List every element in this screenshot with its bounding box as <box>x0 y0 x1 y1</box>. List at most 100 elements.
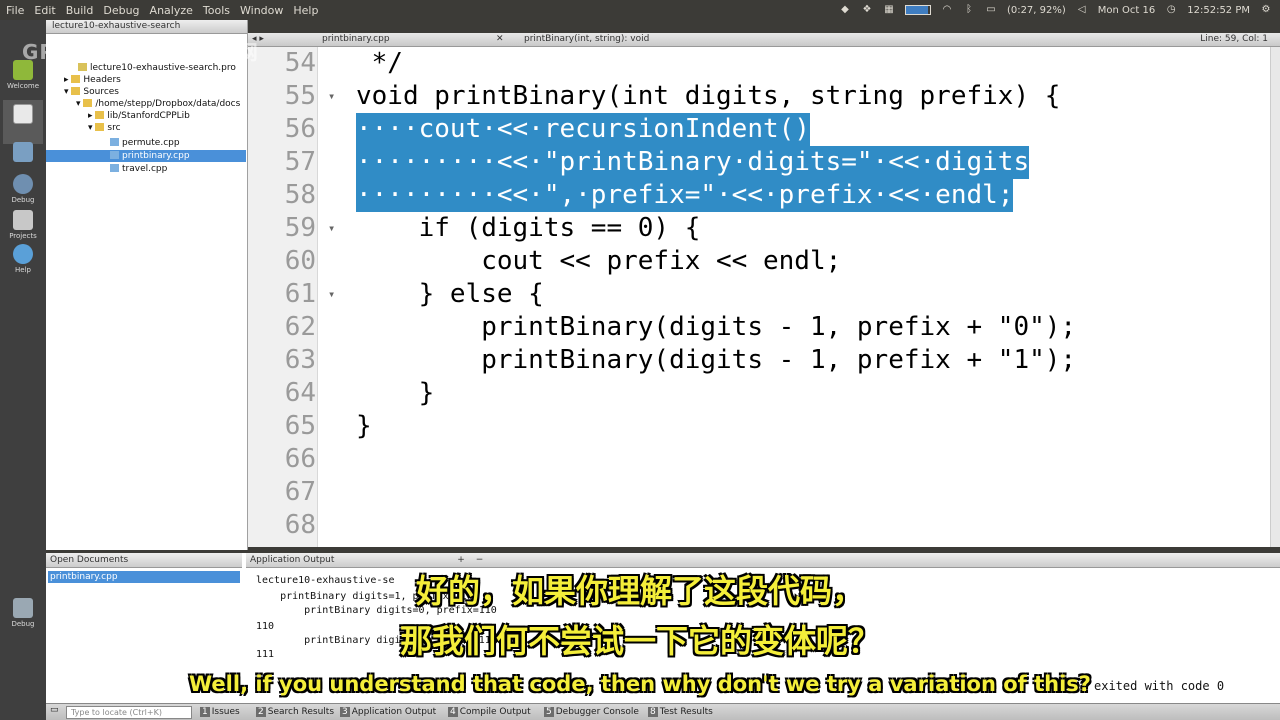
function-tab[interactable]: printBinary(int, string): void <box>524 34 649 44</box>
top-menu-bar: File Edit Build Debug Analyze Tools Wind… <box>0 0 1280 20</box>
toggle-sidebar-icon[interactable]: ▭ <box>50 705 59 715</box>
mode-debug-label: Debug <box>11 196 35 204</box>
code-line[interactable]: 61 ▾ } else { <box>248 278 1270 311</box>
fold-marker-icon[interactable]: ▾ <box>328 212 335 245</box>
folder-icon <box>95 123 105 131</box>
code-line[interactable]: 55 ▾ void printBinary(int digits, string p… <box>248 80 1270 113</box>
line-number: 58 <box>284 180 316 210</box>
expand-arrow-icon[interactable]: ▸ <box>64 75 71 85</box>
dropbox-icon[interactable]: ❖ <box>861 4 873 16</box>
battery-icon[interactable]: ▭ <box>985 4 997 16</box>
pane-tab-search-results[interactable]: 2 Search Results <box>254 706 336 719</box>
close-file-icon[interactable]: ✕ <box>496 34 504 44</box>
code-line[interactable]: 63 printBinary(digits - 1, prefix + "1")… <box>248 344 1270 377</box>
menu-edit[interactable]: Edit <box>34 4 55 17</box>
watermark-text: GPT中英字幕课程资源网 <box>22 40 259 64</box>
expand-arrow-icon[interactable]: ▸ <box>88 111 95 121</box>
line-number: 60 <box>284 246 316 276</box>
battery-level-bar <box>904 5 931 15</box>
output-pane-bar: ▭ Type to locate (Ctrl+K) 1 Issues 2 Searc… <box>46 703 1280 720</box>
pane-tab-label: Debugger Console <box>555 707 639 717</box>
line-number: 56 <box>284 114 316 144</box>
pane-tab-test-results[interactable]: 8 Test Results <box>646 706 715 719</box>
time-label[interactable]: 12:52:52 PM <box>1187 5 1250 16</box>
code-line[interactable]: 66 <box>248 443 1270 476</box>
tree-item-printbinary[interactable]: printbinary.cpp <box>46 150 246 162</box>
code-text: printBinary(digits - 1, prefix + "0"); <box>356 312 1077 342</box>
collapse-arrow-icon[interactable]: ▾ <box>76 99 83 109</box>
tree-item-label: printbinary.cpp <box>122 151 190 161</box>
code-line[interactable]: 54 */ <box>248 47 1270 80</box>
debug-icon <box>13 174 33 194</box>
pane-tab-issues[interactable]: 1 Issues <box>198 706 242 719</box>
pane-tab-label: Issues <box>211 707 240 717</box>
line-number: 67 <box>284 477 316 507</box>
menu-analyze[interactable]: Analyze <box>150 4 193 17</box>
code-line[interactable]: 64 } <box>248 377 1270 410</box>
code-line[interactable]: 62 printBinary(digits - 1, prefix + "0")… <box>248 311 1270 344</box>
menu-help[interactable]: Help <box>293 4 318 17</box>
code-editor[interactable]: 54 */55 ▾ void printBinary(int digits, str… <box>248 47 1270 547</box>
code-line[interactable]: 65} <box>248 410 1270 443</box>
add-output-icon[interactable]: + <box>457 555 465 565</box>
menu-tools[interactable]: Tools <box>203 4 230 17</box>
code-line[interactable]: 68 <box>248 509 1270 542</box>
code-line[interactable]: 67 <box>248 476 1270 509</box>
tree-item-sources[interactable]: ▾ Sources <box>64 86 119 98</box>
fold-marker-icon[interactable]: ▾ <box>328 278 335 311</box>
tree-item-label: lib/StanfordCPPLib <box>107 111 190 121</box>
remove-output-icon[interactable]: − <box>476 555 484 565</box>
date-label[interactable]: Mon Oct 16 <box>1098 5 1155 16</box>
tree-item-travel[interactable]: travel.cpp <box>110 163 167 175</box>
menu-build[interactable]: Build <box>66 4 94 17</box>
pane-tab-label: Search Results <box>267 707 335 717</box>
editor-tab-bar: ◂ ▸ printbinary.cpp ✕ printBinary(int, s… <box>248 33 1280 47</box>
battery-status[interactable]: (0:27, 92%) <box>1007 5 1066 16</box>
menu-list: File Edit Build Debug Analyze Tools Wind… <box>0 4 318 17</box>
editor-scrollbar[interactable] <box>1270 47 1280 547</box>
locator-input[interactable]: Type to locate (Ctrl+K) <box>66 706 192 719</box>
line-number: 57 <box>284 147 316 177</box>
collapse-arrow-icon[interactable]: ▾ <box>64 87 71 97</box>
pane-tab-debugger-console[interactable]: 5 Debugger Console <box>542 706 641 719</box>
bluetooth-icon[interactable]: ᛒ <box>963 4 975 16</box>
tree-item-dropbox-path[interactable]: ▾ /home/stepp/Dropbox/data/docs <box>76 98 240 110</box>
code-text: } else { <box>356 279 544 309</box>
code-line[interactable]: 59 ▾ if (digits == 0) { <box>248 212 1270 245</box>
pane-tab-number: 2 <box>256 707 266 717</box>
tree-item-headers[interactable]: ▸ Headers <box>64 74 121 86</box>
pane-tab-compile-output[interactable]: 4 Compile Output <box>446 706 533 719</box>
collapse-arrow-icon[interactable]: ▾ <box>88 123 95 133</box>
cpp-file-icon <box>110 164 119 172</box>
tree-item-src[interactable]: ▾ src <box>88 122 121 134</box>
pane-tab-application-output[interactable]: 3 Application Output <box>338 706 438 719</box>
tree-item-label: Sources <box>83 87 119 97</box>
wifi-icon[interactable]: ◠ <box>941 4 953 16</box>
settings-icon[interactable]: ⚙ <box>1260 4 1272 16</box>
menu-debug[interactable]: Debug <box>103 4 139 17</box>
code-text: */ <box>356 48 403 78</box>
network-icon[interactable]: ◆ <box>839 4 851 16</box>
project-root[interactable]: lecture10-exhaustive-search <box>46 20 247 34</box>
line-number: 64 <box>284 378 316 408</box>
folder-icon <box>95 111 105 119</box>
keyboard-icon[interactable]: ▦ <box>883 4 895 16</box>
line-number: 63 <box>284 345 316 375</box>
menu-file[interactable]: File <box>6 4 24 17</box>
tree-item-label: src <box>107 123 121 133</box>
fold-marker-icon[interactable]: ▾ <box>328 80 335 113</box>
battery-level-fill <box>905 6 929 14</box>
tree-item-permute[interactable]: permute.cpp <box>110 137 180 149</box>
file-tab[interactable]: printbinary.cpp <box>322 34 390 44</box>
mode-bar: Welcome Debug Projects Help Debug <box>0 20 46 720</box>
code-line[interactable]: 56 ····cout·<<·recursionIndent() <box>248 113 1270 146</box>
mode-help[interactable]: Help <box>3 240 43 284</box>
pane-tab-label: Compile Output <box>459 707 531 717</box>
tree-item-stanford-lib[interactable]: ▸ lib/StanfordCPPLib <box>88 110 190 122</box>
code-line[interactable]: 57 ·········<<·"printBinary·digits="·<<·d… <box>248 146 1270 179</box>
code-line[interactable]: 60 cout << prefix << endl; <box>248 245 1270 278</box>
tree-item-label: permute.cpp <box>122 138 180 148</box>
volume-icon[interactable]: ◁ <box>1076 4 1088 16</box>
code-line[interactable]: 58 ·········<<·",·prefix="·<<·prefix·<<·e… <box>248 179 1270 212</box>
menu-window[interactable]: Window <box>240 4 283 17</box>
